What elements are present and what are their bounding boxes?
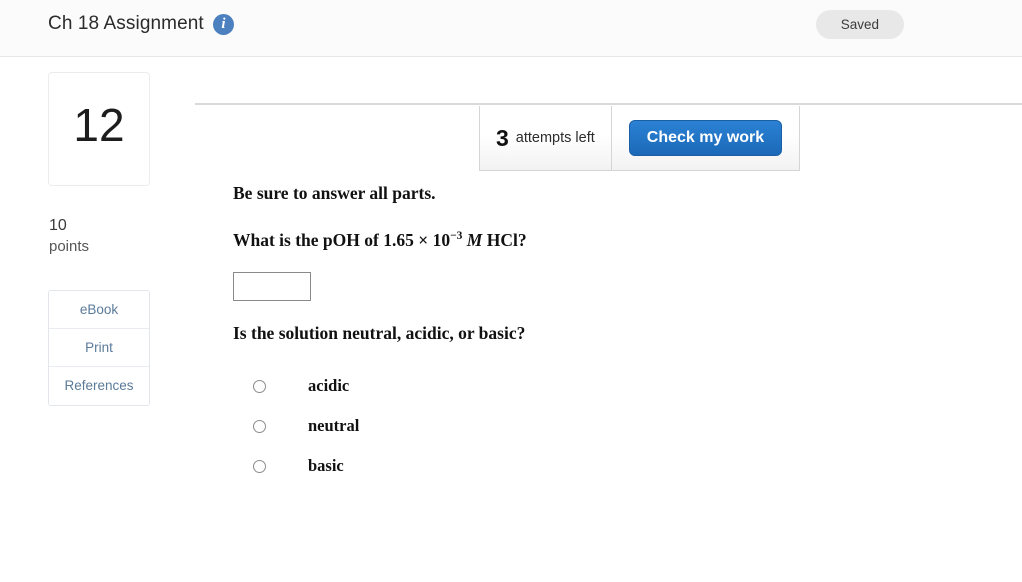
question-sidebar: 12 10 points eBook Print References: [48, 72, 152, 406]
prompt-prefix: What is the pOH of 1.65 × 10: [233, 230, 451, 250]
attempts-count: 3: [496, 124, 509, 151]
question-content-panel: 3 attempts left Check my work Be sure to…: [195, 103, 1022, 582]
radio-acidic[interactable]: [253, 379, 266, 393]
question-body: Be sure to answer all parts. What is the…: [233, 183, 933, 486]
question-prompt: What is the pOH of 1.65 × 10−3 M HCl?: [233, 230, 933, 251]
status-badge: Saved: [815, 10, 904, 39]
option-row-neutral[interactable]: neutral: [233, 406, 933, 446]
question-instruction: Be sure to answer all parts.: [233, 183, 436, 203]
prompt-exponent: −3: [450, 230, 463, 243]
ebook-button[interactable]: eBook: [49, 291, 149, 329]
check-my-work-button[interactable]: Check my work: [628, 120, 783, 156]
option-label-neutral: neutral: [308, 416, 360, 435]
option-label-acidic: acidic: [308, 376, 350, 395]
points-label: points: [49, 238, 90, 255]
tool-button-group: eBook Print References: [48, 290, 150, 406]
solution-type-options: acidic neutral basic: [233, 366, 933, 486]
question-subprompt: Is the solution neutral, acidic, or basi…: [233, 323, 526, 343]
points-value: 10: [49, 217, 67, 234]
radio-basic[interactable]: [253, 459, 266, 473]
poh-answer-input[interactable]: [233, 272, 311, 301]
app-header: Ch 18 Assignment i Saved: [0, 0, 1022, 57]
prompt-unit: M: [466, 230, 483, 250]
print-button[interactable]: Print: [49, 329, 149, 367]
attempts-label: attempts left: [515, 130, 595, 146]
option-row-basic[interactable]: basic: [233, 446, 933, 486]
check-work-cell: Check my work: [612, 106, 799, 170]
question-number-box: 12: [48, 72, 150, 186]
question-number: 12: [73, 99, 125, 151]
prompt-suffix: HCl?: [486, 230, 527, 250]
page-title: Ch 18 Assignment: [48, 13, 204, 34]
info-icon[interactable]: i: [213, 14, 234, 35]
references-button[interactable]: References: [49, 367, 149, 405]
radio-neutral[interactable]: [253, 419, 266, 433]
points-block: 10 points: [48, 215, 152, 257]
option-row-acidic[interactable]: acidic: [233, 366, 933, 406]
option-label-basic: basic: [308, 456, 344, 475]
attempts-left-cell: 3 attempts left: [480, 106, 612, 170]
attempts-toolbar: 3 attempts left Check my work: [479, 106, 801, 171]
